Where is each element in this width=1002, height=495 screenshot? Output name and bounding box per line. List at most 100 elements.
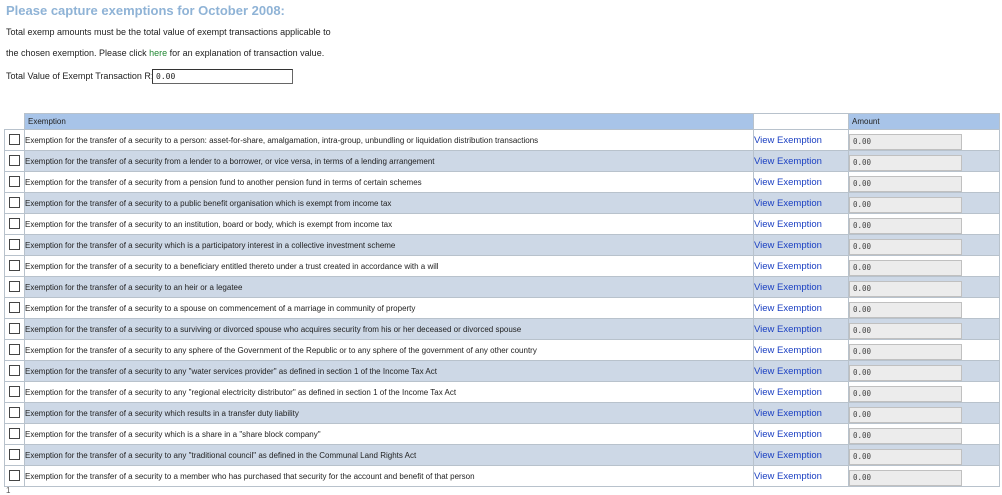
view-exemption-link[interactable]: View Exemption [754, 177, 822, 188]
row-checkbox[interactable] [9, 365, 20, 377]
view-exemption-cell: View Exemption [753, 129, 849, 151]
view-exemption-link[interactable]: View Exemption [754, 345, 822, 356]
row-checkbox-cell [4, 444, 25, 466]
row-checkbox[interactable] [9, 134, 20, 146]
amount-input[interactable] [849, 196, 962, 213]
row-checkbox[interactable] [9, 386, 20, 398]
row-checkbox-cell [4, 171, 25, 193]
amount-column-header: Amount [848, 113, 1000, 130]
view-exemption-link[interactable]: View Exemption [754, 429, 822, 440]
amount-cell [848, 360, 1000, 382]
row-checkbox[interactable] [9, 197, 20, 209]
view-exemption-cell: View Exemption [753, 423, 849, 445]
view-exemption-cell: View Exemption [753, 150, 849, 172]
link-column-header [753, 113, 849, 130]
row-checkbox[interactable] [9, 470, 20, 482]
amount-input[interactable] [849, 217, 962, 234]
view-exemption-link[interactable]: View Exemption [754, 303, 822, 314]
row-checkbox-cell [4, 318, 25, 340]
row-checkbox[interactable] [9, 239, 20, 251]
view-exemption-link[interactable]: View Exemption [754, 156, 822, 167]
row-checkbox-cell [4, 192, 25, 214]
table-row: Exemption for the transfer of a security… [4, 297, 1000, 319]
amount-input[interactable] [849, 175, 962, 192]
row-checkbox[interactable] [9, 428, 20, 440]
view-exemption-cell: View Exemption [753, 381, 849, 403]
amount-input[interactable] [849, 322, 962, 339]
view-exemption-link[interactable]: View Exemption [754, 261, 822, 272]
amount-cell [848, 255, 1000, 277]
amount-cell [848, 423, 1000, 445]
exemption-description: Exemption for the transfer of a security… [24, 318, 754, 340]
help-link[interactable]: here [149, 48, 167, 58]
amount-input[interactable] [849, 469, 962, 486]
exemption-description: Exemption for the transfer of a security… [24, 150, 754, 172]
amount-cell [848, 444, 1000, 466]
exemption-description: Exemption for the transfer of a security… [24, 465, 754, 487]
amount-input[interactable] [849, 238, 962, 255]
exemption-description: Exemption for the transfer of a security… [24, 276, 754, 298]
table-row: Exemption for the transfer of a security… [4, 360, 1000, 382]
amount-input[interactable] [849, 427, 962, 444]
view-exemption-link[interactable]: View Exemption [754, 387, 822, 398]
exemption-description: Exemption for the transfer of a security… [24, 129, 754, 151]
amount-input[interactable] [849, 154, 962, 171]
amount-input[interactable] [849, 133, 962, 150]
exemptions-table: Exemption Amount Exemption for the trans… [4, 113, 1000, 487]
row-checkbox[interactable] [9, 176, 20, 188]
table-row: Exemption for the transfer of a security… [4, 465, 1000, 487]
amount-input[interactable] [849, 343, 962, 360]
amount-input[interactable] [849, 301, 962, 318]
table-row: Exemption for the transfer of a security… [4, 402, 1000, 424]
row-checkbox[interactable] [9, 323, 20, 335]
exemption-description: Exemption for the transfer of a security… [24, 402, 754, 424]
view-exemption-cell: View Exemption [753, 255, 849, 277]
row-checkbox[interactable] [9, 218, 20, 230]
view-exemption-cell: View Exemption [753, 360, 849, 382]
view-exemption-link[interactable]: View Exemption [754, 240, 822, 251]
exemption-description: Exemption for the transfer of a security… [24, 381, 754, 403]
view-exemption-link[interactable]: View Exemption [754, 471, 822, 482]
row-checkbox[interactable] [9, 260, 20, 272]
amount-input[interactable] [849, 259, 962, 276]
amount-input[interactable] [849, 385, 962, 402]
page-number: 1 [6, 486, 11, 495]
amount-input[interactable] [849, 280, 962, 297]
view-exemption-cell: View Exemption [753, 339, 849, 361]
exemption-description: Exemption for the transfer of a security… [24, 213, 754, 235]
table-header-row: Exemption Amount [4, 113, 1000, 130]
row-checkbox[interactable] [9, 407, 20, 419]
table-row: Exemption for the transfer of a security… [4, 150, 1000, 172]
table-row: Exemption for the transfer of a security… [4, 234, 1000, 256]
view-exemption-link[interactable]: View Exemption [754, 282, 822, 293]
table-row: Exemption for the transfer of a security… [4, 339, 1000, 361]
table-row: Exemption for the transfer of a security… [4, 444, 1000, 466]
amount-input[interactable] [849, 448, 962, 465]
view-exemption-cell: View Exemption [753, 276, 849, 298]
exemption-description: Exemption for the transfer of a security… [24, 360, 754, 382]
amount-cell [848, 234, 1000, 256]
total-value-input[interactable] [152, 69, 293, 84]
row-checkbox[interactable] [9, 344, 20, 356]
row-checkbox[interactable] [9, 449, 20, 461]
row-checkbox[interactable] [9, 302, 20, 314]
view-exemption-link[interactable]: View Exemption [754, 198, 822, 209]
view-exemption-cell: View Exemption [753, 192, 849, 214]
row-checkbox-cell [4, 360, 25, 382]
exemption-description: Exemption for the transfer of a security… [24, 444, 754, 466]
view-exemption-link[interactable]: View Exemption [754, 366, 822, 377]
exemption-description: Exemption for the transfer of a security… [24, 234, 754, 256]
row-checkbox-cell [4, 297, 25, 319]
view-exemption-link[interactable]: View Exemption [754, 135, 822, 146]
row-checkbox[interactable] [9, 155, 20, 167]
view-exemption-link[interactable]: View Exemption [754, 450, 822, 461]
amount-input[interactable] [849, 406, 962, 423]
row-checkbox[interactable] [9, 281, 20, 293]
view-exemption-link[interactable]: View Exemption [754, 219, 822, 230]
instruction-suffix: for an explanation of transaction value. [167, 48, 325, 58]
view-exemption-link[interactable]: View Exemption [754, 408, 822, 419]
view-exemption-cell: View Exemption [753, 444, 849, 466]
view-exemption-link[interactable]: View Exemption [754, 324, 822, 335]
page-title: Please capture exemptions for October 20… [6, 3, 285, 18]
amount-input[interactable] [849, 364, 962, 381]
